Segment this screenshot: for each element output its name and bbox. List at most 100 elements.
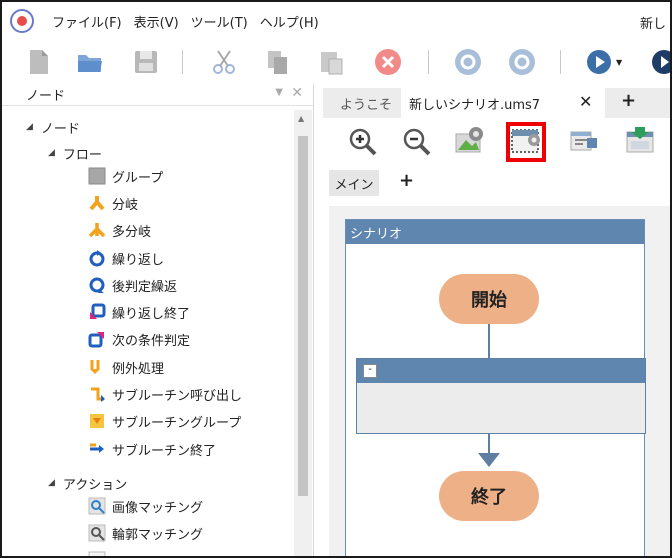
panel-header: ノード ▼ ✕ <box>2 84 313 106</box>
tree-item-loop[interactable]: 繰り返し <box>88 247 164 269</box>
group-node[interactable]: - <box>356 358 646 434</box>
tree-item-subroutine-group[interactable]: サブルーチングループ <box>88 410 241 432</box>
tab-main[interactable]: メイン <box>329 170 379 196</box>
start-node[interactable]: 開始 <box>439 274 539 324</box>
zoom-in-icon[interactable] <box>345 124 379 158</box>
toolbar-separator <box>428 50 429 74</box>
add-subtab-button[interactable]: + <box>399 170 414 191</box>
tree-item-image-matching[interactable]: 画像マッチング <box>88 495 203 517</box>
node-tree: ◢ ノード ◢ フロー グループ 分岐 多分岐 繰り返し 後判定繰返 繰り返し終… <box>2 110 294 556</box>
panel-scrollbar-thumb[interactable] <box>298 136 308 496</box>
sub-tab-bar: メイン + <box>323 168 670 198</box>
tree-item-subroutine-call[interactable]: サブルーチン呼び出し <box>88 383 242 405</box>
panel-title: ノード <box>26 89 66 104</box>
end-node-label: 終了 <box>471 487 507 508</box>
window-info-icon[interactable] <box>567 124 601 158</box>
loop-end-icon <box>90 303 106 319</box>
toolbar-separator <box>182 50 183 74</box>
menu-file[interactable]: ファイル(F) <box>52 12 122 31</box>
toolbar-separator <box>560 50 561 74</box>
tree-root[interactable]: ◢ ノード <box>26 116 80 138</box>
collapse-button[interactable]: - <box>363 364 377 378</box>
end-node[interactable]: 終了 <box>439 471 539 521</box>
main-toolbar: ▼ <box>2 40 670 84</box>
delete-icon[interactable] <box>374 48 402 76</box>
tree-flow-label: フロー <box>62 147 102 163</box>
tree-item-label: 画像マッチング <box>112 500 204 516</box>
tree-item-label: サブルーチン終了 <box>112 443 217 459</box>
scenario-title: シナリオ <box>350 226 403 242</box>
tab-close-icon[interactable]: ✕ <box>579 92 592 111</box>
stop-icon[interactable] <box>650 48 672 76</box>
branch-icon <box>89 196 105 211</box>
save-icon[interactable] <box>132 48 160 76</box>
menu-help[interactable]: ヘルプ(H) <box>260 12 319 31</box>
document-tab-bar: ようこそ 新しいシナリオ.ums7 ✕ + <box>323 88 670 118</box>
group-icon <box>88 167 106 185</box>
app-logo-icon <box>10 9 34 33</box>
tree-item-label: サブルーチン呼び出し <box>112 388 243 404</box>
undo-icon[interactable] <box>454 48 482 76</box>
tab-scenario[interactable]: 新しいシナリオ.ums7 ✕ <box>401 88 605 118</box>
panel-close-icon[interactable]: ✕ <box>291 85 303 101</box>
tree-item-label: サブルーチングループ <box>112 415 242 431</box>
add-tab-button[interactable]: + <box>621 90 636 111</box>
tree-item-label: グループ <box>112 170 164 186</box>
subroutine-end-icon <box>90 443 104 453</box>
expand-arrow-icon[interactable]: ◢ <box>48 148 55 158</box>
import-icon[interactable] <box>623 124 657 158</box>
tree-item-partial[interactable] <box>88 549 112 556</box>
scroll-up-icon[interactable]: ▲ <box>298 114 304 123</box>
tree-item-label: 次の条件判定 <box>112 333 191 349</box>
tree-item-post-loop[interactable]: 後判定繰返 <box>88 274 177 296</box>
tree-action-group[interactable]: ◢ アクション <box>48 472 127 494</box>
tree-item-branch[interactable]: 分岐 <box>88 192 138 214</box>
image-capture-icon[interactable] <box>453 124 487 158</box>
tree-item-loop-end[interactable]: 繰り返し終了 <box>88 301 190 323</box>
tree-item-next-condition[interactable]: 次の条件判定 <box>88 328 190 350</box>
image-matching-icon <box>88 497 106 515</box>
tab-welcome[interactable]: ようこそ <box>331 88 401 118</box>
editor-area: ようこそ 新しいシナリオ.ums7 ✕ + メイン + シナリオ 開始 - 終了 <box>315 84 670 556</box>
tree-flow-group[interactable]: ◢ フロー <box>48 142 102 164</box>
tab-label: メイン <box>334 177 374 193</box>
subroutine-group-icon <box>90 414 104 428</box>
zoom-out-icon[interactable] <box>399 124 433 158</box>
tree-item-label: 繰り返し終了 <box>112 306 191 322</box>
connector-line <box>488 324 490 358</box>
scenario-container[interactable]: シナリオ 開始 - 終了 <box>345 219 646 556</box>
highlight-box <box>506 122 546 162</box>
tree-item-contour-matching[interactable]: 輪郭マッチング <box>88 522 203 544</box>
tree-item-multi-branch[interactable]: 多分岐 <box>88 219 151 241</box>
tree-action-label: アクション <box>62 477 128 493</box>
menu-view[interactable]: 表示(V) <box>134 12 179 31</box>
redo-icon[interactable] <box>508 48 536 76</box>
cut-icon[interactable] <box>210 48 238 76</box>
loop-icon <box>89 250 105 267</box>
group-header: - <box>357 359 645 383</box>
tab-label: ようこそ <box>339 97 392 113</box>
ocr-icon <box>88 551 106 556</box>
editor-toolbar <box>323 120 670 166</box>
window-title: 新し <box>639 17 666 32</box>
pin-dropdown-icon[interactable]: ▼ <box>275 87 283 98</box>
copy-icon[interactable] <box>264 48 292 76</box>
tree-item-label: 輪郭マッチング <box>112 527 204 543</box>
tree-item-label: 多分岐 <box>112 224 152 240</box>
tree-item-label: 後判定繰返 <box>112 279 178 295</box>
paste-icon[interactable] <box>318 48 346 76</box>
expand-arrow-icon[interactable]: ◢ <box>26 122 33 132</box>
start-node-label: 開始 <box>471 290 507 311</box>
run-icon[interactable] <box>586 48 614 76</box>
tree-item-subroutine-end[interactable]: サブルーチン終了 <box>88 438 216 460</box>
tree-item-group[interactable]: グループ <box>88 165 163 187</box>
tree-root-label: ノード <box>40 121 80 137</box>
exception-icon <box>90 360 100 374</box>
new-file-icon[interactable] <box>24 48 52 76</box>
run-dropdown-icon[interactable]: ▼ <box>616 58 622 67</box>
open-folder-icon[interactable] <box>76 48 104 76</box>
tree-item-exception[interactable]: 例外処理 <box>88 356 164 378</box>
expand-arrow-icon[interactable]: ◢ <box>48 478 55 488</box>
scenario-canvas: シナリオ 開始 - 終了 <box>329 206 670 556</box>
menu-tools[interactable]: ツール(T) <box>191 12 248 31</box>
